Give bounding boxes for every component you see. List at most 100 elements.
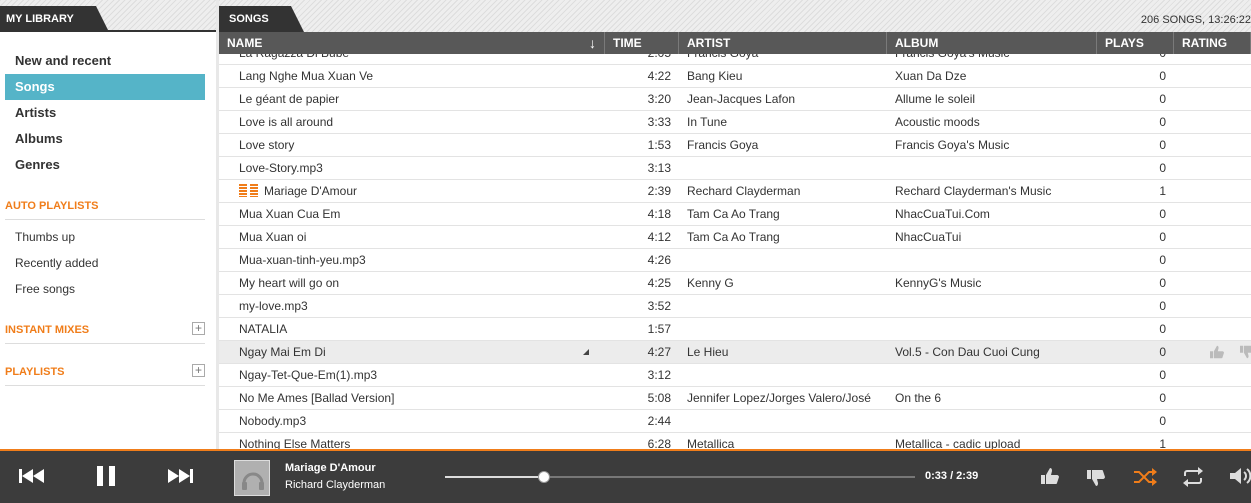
- song-album-cell: [887, 295, 1097, 317]
- shuffle-icon[interactable]: [1133, 468, 1157, 486]
- song-artist-cell: Bang Kieu: [687, 69, 743, 83]
- table-row[interactable]: My heart will go on 4:25 Kenny G KennyG's M…: [219, 272, 1251, 295]
- column-time[interactable]: TIME: [605, 32, 679, 54]
- song-name-cell: Ngay-Tet-Que-Em(1).mp3: [239, 368, 378, 382]
- column-album[interactable]: ALBUM: [887, 32, 1097, 54]
- row-thumbs-down-icon[interactable]: [1239, 345, 1251, 359]
- song-artist-cell: In Tune: [687, 115, 728, 129]
- table-row[interactable]: my-love.mp3 3:52 0: [219, 295, 1251, 318]
- table-row[interactable]: Ngay-Tet-Que-Em(1).mp3 3:12 0: [219, 364, 1251, 387]
- song-name-cell: Mariage D'Amour: [219, 180, 605, 202]
- songs-list: La Ragazza Di Bube2:05Francis GoyaFranci…: [219, 54, 1251, 449]
- song-artist-cell: [679, 318, 887, 340]
- table-row[interactable]: Lang Nghe Mua Xuan Ve 4:22 Bang Kieu Xuan D…: [219, 65, 1251, 88]
- table-row[interactable]: Mua Xuan Cua Em 4:18 Tam Ca Ao Trang NhacCu…: [219, 203, 1251, 226]
- nav-new-and-recent[interactable]: New and recent: [5, 48, 205, 74]
- song-name-cell: Le géant de papier: [239, 92, 340, 106]
- song-album-cell: Rechard Clayderman's Music: [895, 184, 1052, 198]
- table-row[interactable]: No Me Ames [Ballad Version] 5:08 Jennifer …: [219, 387, 1251, 410]
- song-count: 206 SONGS, 13:26:22: [1140, 14, 1251, 26]
- headphones-icon: [242, 472, 264, 490]
- my-library-title: MY LIBRARY: [0, 6, 109, 32]
- song-time-cell: 1:57: [647, 322, 671, 336]
- progress-fill: [445, 476, 544, 478]
- library-nav: New and recent Songs Artists Albums Genr…: [0, 48, 216, 178]
- song-name-cell: La Ragazza Di Bube: [219, 54, 605, 64]
- song-time-cell: 4:27: [647, 345, 671, 359]
- song-name-cell: Ngay Mai Em Di: [239, 345, 326, 359]
- instant-mixes-title: INSTANT MIXES: [5, 324, 90, 336]
- song-plays-cell: 0: [1159, 276, 1166, 290]
- table-row[interactable]: Le géant de papier 3:20 Jean-Jacques Lafon…: [219, 88, 1251, 111]
- table-row[interactable]: Mua Xuan oi 4:12 Tam Ca Ao Trang NhacCuaTui…: [219, 226, 1251, 249]
- song-name-cell: Nobody.mp3: [239, 414, 307, 428]
- table-row[interactable]: Ngay Mai Em Di 4:27 Le Hieu Vol.5 - Con Dau…: [219, 341, 1251, 364]
- auto-playlist-recently-added[interactable]: Recently added: [15, 250, 216, 276]
- song-album-cell: [887, 364, 1097, 386]
- table-row[interactable]: NATALIA 1:57 0: [219, 318, 1251, 341]
- progress-knob[interactable]: [537, 471, 550, 483]
- song-rating-cell: [1174, 272, 1251, 294]
- song-album-cell: NhacCuaTui: [895, 230, 962, 244]
- song-name-cell: NATALIA: [239, 322, 288, 336]
- songs-table-body[interactable]: La Ragazza Di Bube2:05Francis GoyaFranci…: [219, 54, 1251, 449]
- thumbs-up-icon[interactable]: [1040, 467, 1060, 485]
- repeat-icon[interactable]: [1181, 467, 1205, 487]
- playlists-heading: PLAYLISTS +: [5, 364, 205, 386]
- progress-track[interactable]: [445, 471, 915, 483]
- table-row[interactable]: Mariage D'Amour 2:39 Rechard Clayderman Rec…: [219, 180, 1251, 203]
- auto-playlists-list: Thumbs up Recently added Free songs: [0, 224, 216, 302]
- song-album-cell: [887, 249, 1097, 271]
- song-time-cell: 4:26: [647, 253, 671, 267]
- table-row[interactable]: Mua-xuan-tinh-yeu.mp3 4:26 0: [219, 249, 1251, 272]
- song-plays-cell: 0: [1159, 299, 1166, 313]
- songs-table-header: NAME ↓ TIME ARTIST ALBUM PLAYS RATING: [219, 32, 1251, 54]
- auto-playlists-heading: AUTO PLAYLISTS: [5, 200, 205, 220]
- table-row[interactable]: Nothing Else Matters 6:28 Metallica Metalli…: [219, 433, 1251, 449]
- song-time-cell: 4:18: [647, 207, 671, 221]
- table-row[interactable]: Love story 1:53 Francis Goya Francis Goya's…: [219, 134, 1251, 157]
- song-time-cell: 3:33: [647, 115, 671, 129]
- nav-genres[interactable]: Genres: [5, 152, 205, 178]
- song-album-cell: Francis Goya's Music: [887, 54, 1097, 64]
- song-time-cell: 2:39: [647, 184, 671, 198]
- song-artist-cell: [679, 410, 887, 432]
- song-artist-cell: Jean-Jacques Lafon: [687, 92, 796, 106]
- nav-albums[interactable]: Albums: [5, 126, 205, 152]
- column-plays[interactable]: PLAYS: [1097, 32, 1174, 54]
- table-row[interactable]: La Ragazza Di Bube2:05Francis GoyaFranci…: [219, 54, 1251, 65]
- song-rating-cell: [1174, 111, 1251, 133]
- volume-icon[interactable]: [1229, 466, 1251, 486]
- song-plays-cell: 1: [1159, 437, 1166, 449]
- row-thumbs-up-icon[interactable]: [1209, 345, 1225, 359]
- add-instant-mix-button[interactable]: +: [192, 322, 205, 335]
- song-name-cell: Mua-xuan-tinh-yeu.mp3: [239, 253, 366, 267]
- thumbs-down-icon[interactable]: [1086, 469, 1106, 487]
- song-artist-cell: Francis Goya: [679, 54, 887, 64]
- song-time-cell: 4:25: [647, 276, 671, 290]
- column-name[interactable]: NAME ↓: [219, 32, 605, 54]
- table-row[interactable]: Love-Story.mp3 3:13 0: [219, 157, 1251, 180]
- pause-icon[interactable]: [95, 466, 117, 486]
- song-rating-cell: [1174, 203, 1251, 225]
- column-name-label: NAME: [227, 36, 263, 50]
- song-plays-cell: 0: [1159, 345, 1166, 359]
- song-plays-cell: 0: [1159, 161, 1166, 175]
- column-rating[interactable]: RATING: [1174, 32, 1251, 54]
- song-artist-cell: Le Hieu: [687, 345, 729, 359]
- previous-track-icon[interactable]: [19, 468, 45, 484]
- auto-playlist-free-songs[interactable]: Free songs: [15, 276, 216, 302]
- nav-songs[interactable]: Songs: [5, 74, 205, 100]
- auto-playlist-thumbs-up[interactable]: Thumbs up: [15, 224, 216, 250]
- nav-artists[interactable]: Artists: [5, 100, 205, 126]
- table-row[interactable]: Love is all around 3:33 In Tune Acoustic mo…: [219, 111, 1251, 134]
- column-artist[interactable]: ARTIST: [679, 32, 887, 54]
- next-track-icon[interactable]: [167, 468, 193, 484]
- sort-arrow-icon: ↓: [589, 35, 596, 51]
- row-menu-icon[interactable]: [583, 349, 589, 355]
- song-rating-cell: [1174, 387, 1251, 409]
- table-row[interactable]: Nobody.mp3 2:44 0: [219, 410, 1251, 433]
- add-playlist-button[interactable]: +: [192, 364, 205, 377]
- song-plays-cell: 0: [1159, 138, 1166, 152]
- song-artist-cell: Rechard Clayderman: [687, 184, 801, 198]
